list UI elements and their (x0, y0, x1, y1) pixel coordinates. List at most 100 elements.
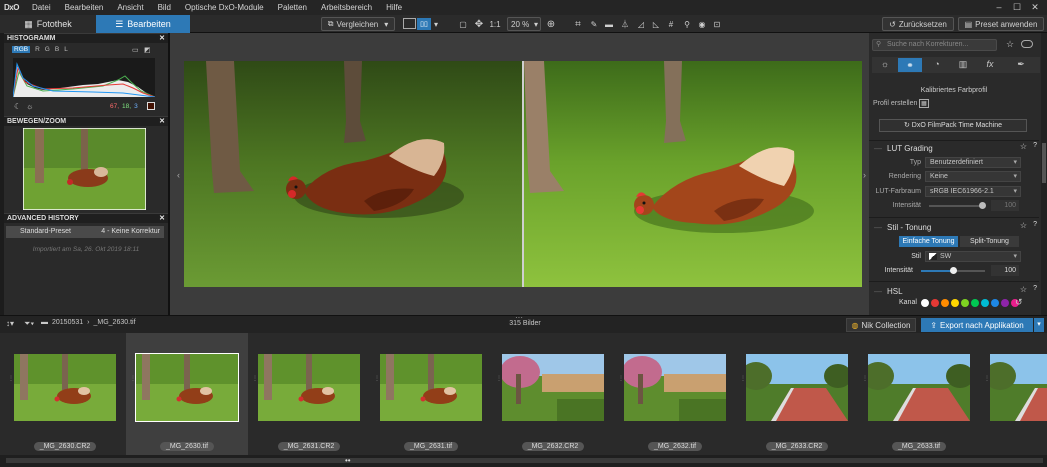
scrollbar-thumb[interactable] (1042, 143, 1046, 183)
eye-icon[interactable]: ◉ (696, 17, 708, 31)
geometry-icon[interactable]: ▥ (953, 59, 973, 71)
thumbnail[interactable]: ⋮ _MG_2632.CR2 (492, 333, 614, 455)
move-icon[interactable]: ✥ (473, 17, 485, 31)
gamut-icon[interactable]: ◩ (144, 46, 151, 54)
scroll-grip-icon[interactable]: •• (345, 456, 351, 465)
toggle-icon[interactable] (1021, 40, 1033, 48)
horizon-icon[interactable]: ▬ (603, 17, 615, 31)
nik-collection-button[interactable]: ◍ Nik Collection (846, 318, 916, 332)
collapse-left-arrow-icon[interactable]: ‹ (177, 170, 180, 180)
collapse-icon[interactable]: — (869, 223, 887, 232)
monitor-icon[interactable]: ▭ (132, 46, 139, 54)
loupe-icon[interactable]: ⊡ (711, 17, 723, 31)
menu-optische-module[interactable]: Optische DxO-Module (178, 3, 271, 12)
lut-intensity-value[interactable]: 100 (991, 200, 1019, 211)
view-chevron-icon[interactable]: ▾ (432, 17, 440, 31)
light-icon[interactable]: ☼ (875, 59, 895, 71)
star-icon[interactable]: ☆ (1020, 142, 1027, 151)
reset-button[interactable]: ↺ Zurücksetzen (882, 17, 954, 31)
brush-icon[interactable]: ◿ (635, 17, 647, 31)
thumbnail[interactable]: ⋮ _MG_2633.tif (858, 333, 980, 455)
hsl-swatch-5[interactable] (971, 299, 979, 307)
local-adjust-icon[interactable]: ◺ (650, 17, 662, 31)
export-chevron-icon[interactable]: ▾ (1034, 318, 1044, 332)
thumbnail-image[interactable] (502, 354, 604, 421)
thumbnail-image[interactable] (868, 354, 970, 421)
channel-r[interactable]: R (35, 46, 40, 53)
menu-bearbeiten[interactable]: Bearbeiten (58, 3, 111, 12)
tone-intensity-slider[interactable] (921, 267, 985, 274)
maximize-icon[interactable]: ☐ (1008, 0, 1026, 15)
export-button[interactable]: ⇪ Export nach Applikation (921, 318, 1033, 332)
split-view-button[interactable]: ▯▯ (417, 18, 431, 30)
tab-bearbeiten[interactable]: ☰ Bearbeiten (96, 15, 190, 33)
reset-hsl-icon[interactable]: ↺ (1015, 297, 1023, 308)
tone-style-select[interactable]: SW (925, 251, 1021, 262)
thumbnail-image[interactable] (746, 354, 848, 421)
lut-rendering-select[interactable]: Keine (925, 171, 1021, 182)
perspective-icon[interactable]: ⏃ (619, 17, 631, 31)
color-icon[interactable]: ⚭ (898, 58, 922, 72)
lut-colorspace-select[interactable]: sRGB IEC61966-2.1 (925, 186, 1021, 197)
channel-l[interactable]: L (64, 46, 68, 53)
close-icon[interactable]: ✕ (159, 214, 165, 224)
thumbnail-image[interactable] (990, 354, 1047, 421)
thumbnail-image[interactable] (14, 354, 116, 421)
simple-toning-button[interactable]: Einfache Tonung (899, 236, 958, 247)
scrollbar[interactable] (1041, 33, 1047, 315)
lut-type-select[interactable]: Benutzerdefiniert (925, 157, 1021, 168)
thumbnail-image[interactable] (624, 354, 726, 421)
thumbnail[interactable]: ⋮ _MG_2631.CR2 (248, 333, 370, 455)
close-window-icon[interactable]: ✕ (1026, 0, 1044, 15)
hsl-swatch-4[interactable] (961, 299, 969, 307)
thumbnail-image[interactable] (258, 354, 360, 421)
channel-b[interactable]: B (55, 46, 59, 53)
compare-button[interactable]: ⧉ Vergleichen ▾ (321, 17, 395, 31)
grip-icon[interactable]: ··· (515, 313, 523, 322)
close-icon[interactable]: ✕ (159, 34, 165, 44)
minimize-icon[interactable]: – (990, 0, 1008, 15)
menu-paletten[interactable]: Paletten (271, 3, 314, 12)
single-view-button[interactable] (403, 18, 416, 29)
profile-create-icon[interactable]: ▦ (919, 99, 929, 108)
star-icon[interactable]: ☆ (1020, 221, 1027, 230)
filmpack-button[interactable]: ↻ DxO FilmPack Time Machine (879, 119, 1027, 132)
channel-g[interactable]: G (45, 46, 50, 53)
search-input[interactable]: ⚲ Suche nach Korrekturen... (872, 39, 997, 51)
tab-fotothek[interactable]: ▦ Fotothek (0, 15, 96, 33)
shadow-clip-icon[interactable]: ☾ (14, 102, 21, 111)
help-icon[interactable]: ? (1033, 142, 1037, 149)
thumbnail[interactable]: ⋮ _MG_2632.tif (614, 333, 736, 455)
hsl-swatch-2[interactable] (941, 299, 949, 307)
detail-icon[interactable]: ◔ (927, 59, 947, 71)
hsl-swatch-8[interactable] (1001, 299, 1009, 307)
thumbnail[interactable]: ⋮ _MG_2631.tif (370, 333, 492, 455)
menu-hilfe[interactable]: Hilfe (379, 3, 409, 12)
thumbnail[interactable]: ⋮ (980, 333, 1047, 455)
hsl-swatch-7[interactable] (991, 299, 999, 307)
thumbnail-image[interactable] (380, 354, 482, 421)
effects-icon[interactable]: fx (980, 59, 1000, 71)
grid-overlay-icon[interactable]: # (665, 17, 677, 31)
slider-knob[interactable] (978, 202, 986, 209)
filmstrip-scrollbar[interactable]: •• (0, 455, 1047, 467)
filter-icon[interactable]: ⏷▾ (24, 319, 34, 329)
menu-ansicht[interactable]: Ansicht (110, 3, 150, 12)
hsl-swatch-3[interactable] (951, 299, 959, 307)
zoom-1to1-button[interactable]: 1:1 (487, 17, 503, 31)
thumbnail[interactable]: ⋮ _MG_2630.CR2 (4, 333, 126, 455)
crop-icon[interactable]: ⌗ (572, 17, 584, 31)
before-image[interactable] (184, 61, 522, 287)
highlight-clip-icon[interactable]: ☼ (26, 102, 33, 111)
after-image[interactable] (524, 61, 862, 287)
crop-frame-icon[interactable]: ▢ (457, 17, 469, 31)
star-icon[interactable]: ☆ (1020, 285, 1027, 294)
menu-bild[interactable]: Bild (151, 3, 178, 12)
menu-arbeitsbereich[interactable]: Arbeitsbereich (314, 3, 379, 12)
hsl-swatch-0[interactable] (921, 299, 929, 307)
thumbnail-image[interactable] (135, 353, 239, 422)
tone-header[interactable]: — Stil - Tonung ☆ ? (869, 221, 1047, 233)
sort-icon[interactable]: ↕▾ (6, 319, 14, 328)
close-icon[interactable]: ✕ (159, 117, 165, 127)
help-icon[interactable]: ? (1033, 285, 1037, 292)
